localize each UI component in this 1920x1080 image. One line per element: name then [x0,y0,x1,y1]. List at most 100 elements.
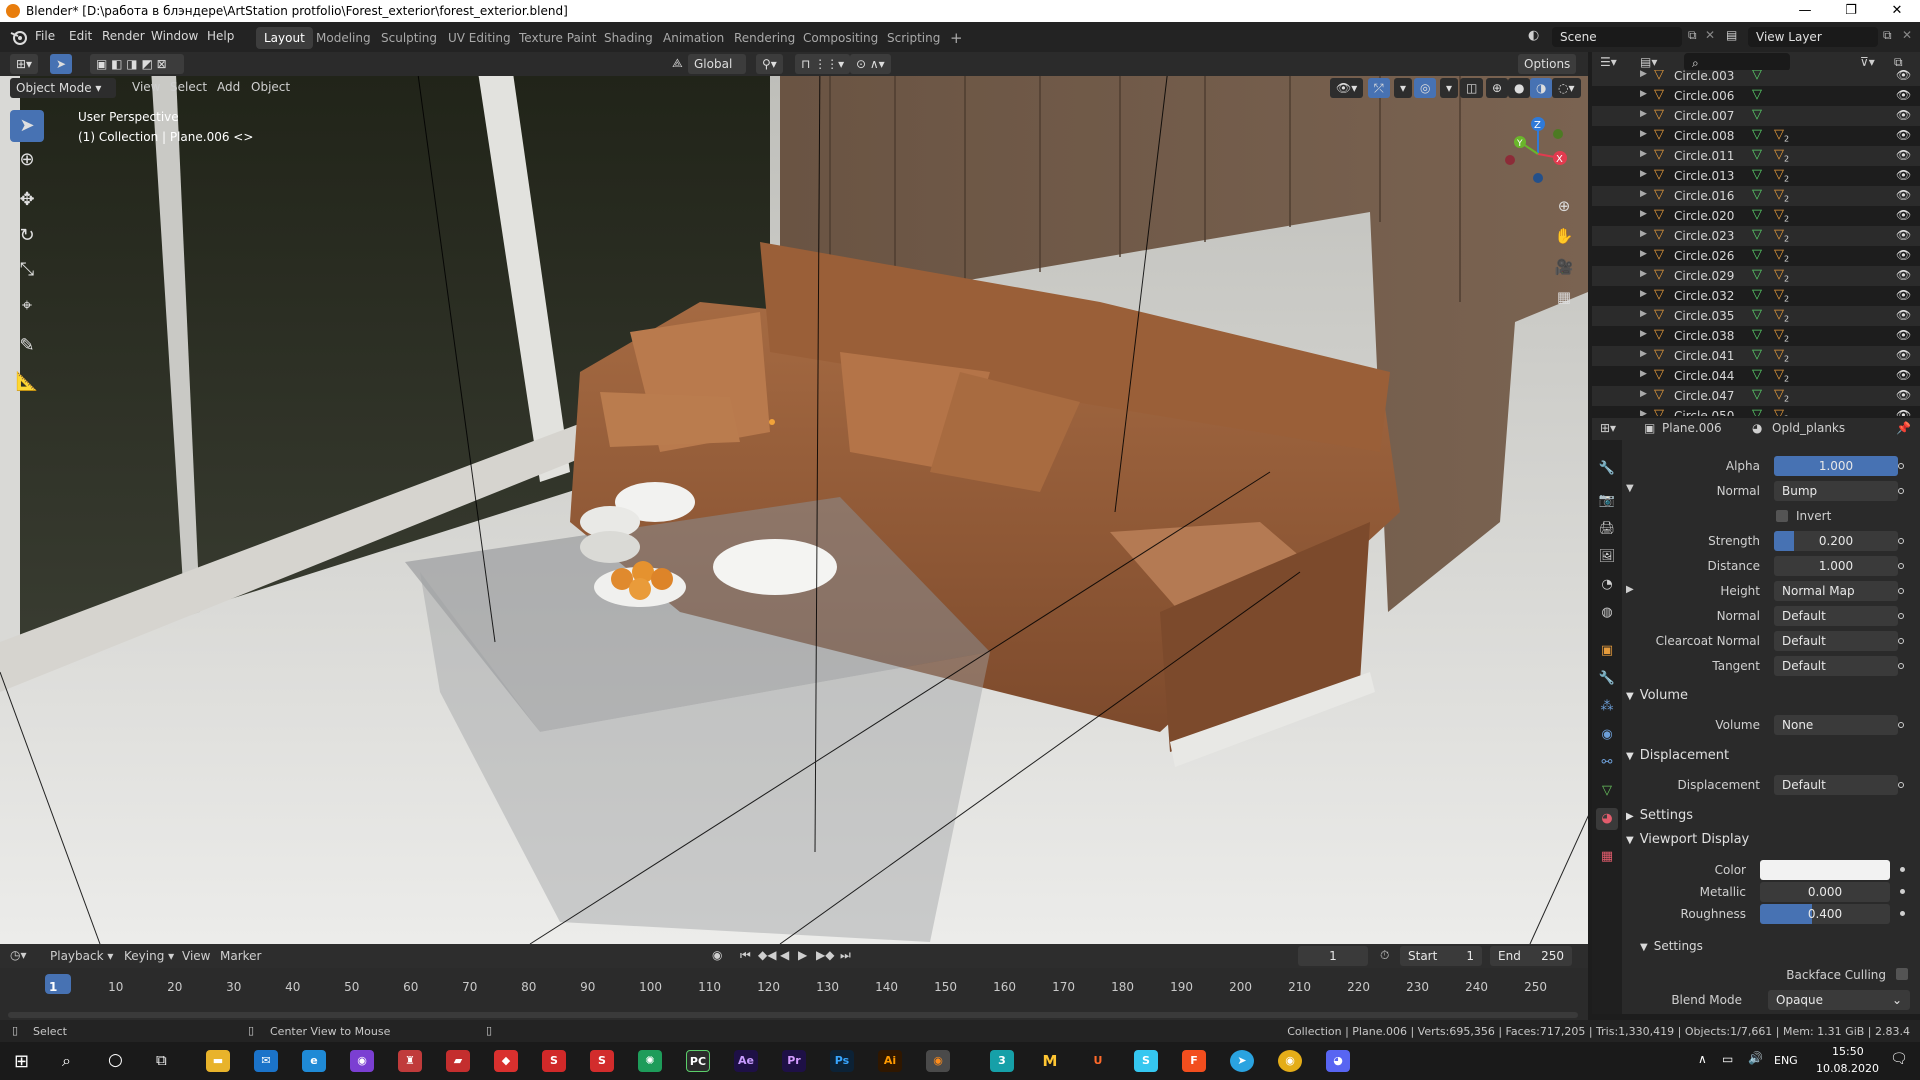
timeline-menu-marker[interactable]: Marker [220,949,261,963]
start-frame-field[interactable]: Start 1 [1400,946,1482,966]
delete-scene-icon[interactable]: ✕ [1705,28,1715,42]
expand-arrow-icon[interactable]: ▶ [1640,269,1647,279]
shading-material-icon[interactable]: ◑ [1530,78,1553,98]
strength-keyframe-dot[interactable] [1898,538,1904,544]
properties-object-name[interactable]: Plane.006 [1662,421,1722,435]
object-tab-icon[interactable]: ▣ [1596,640,1618,662]
app-red-icon[interactable]: ♜ [398,1050,422,1072]
normal2-socket-dot[interactable] [1898,613,1904,619]
gizmo-dropdown-icon[interactable]: ▾ [1394,78,1413,98]
distance-keyframe-dot[interactable] [1898,563,1904,569]
edge-icon[interactable]: e [302,1050,326,1072]
tab-compositing[interactable]: Compositing [795,27,886,49]
rotate-tool-icon[interactable]: ↻ [10,220,44,252]
proportional-edit-icon[interactable]: ⊙ ∧▾ [850,54,891,74]
pan-hand-icon[interactable]: ✋ [1550,222,1578,250]
substance-2-icon[interactable]: S [590,1050,614,1072]
expand-arrow-icon[interactable]: ▶ [1640,89,1647,99]
object-mode-select[interactable]: Object Mode ▾ [10,78,116,98]
properties-material-name[interactable]: Opld_planks [1772,421,1845,435]
app-orange-icon[interactable]: U [1086,1050,1110,1072]
clearcoat-normal-dot[interactable] [1898,638,1904,644]
photoshop-icon[interactable]: Ps [830,1050,854,1072]
displacement-field[interactable]: Default [1774,775,1898,795]
sub-settings-header[interactable]: ▼ Settings [1640,939,1703,953]
blend-mode-select[interactable]: Opaque ⌄ [1768,990,1910,1010]
outliner-editor-icon[interactable]: ☰▾ [1600,55,1617,69]
taskbar-search-icon[interactable]: ⌕ [62,1051,71,1071]
displacement-panel-header[interactable]: ▼ Displacement [1622,745,1920,767]
file-explorer-icon[interactable]: ▬ [206,1050,230,1072]
color-keyframe-dot[interactable] [1900,867,1905,872]
outliner-row[interactable]: ▶ ▽ Circle.026 ▽ ▽2 👁 [1592,246,1920,266]
constraints-tab-icon[interactable]: ⚯ [1596,752,1618,774]
volume-icon[interactable]: 🔊 [1748,1051,1763,1065]
outliner-object-name[interactable]: Circle.007 [1674,109,1734,123]
eye-visibility-icon[interactable]: 👁 [1896,288,1911,302]
new-scene-icon[interactable]: ⧉ [1688,28,1697,43]
substance-icon[interactable]: S [542,1050,566,1072]
measure-tool-icon[interactable]: 📐 [10,366,44,398]
transform-tool-icon[interactable]: ⌖ [10,290,44,322]
eye-visibility-icon[interactable]: 👁 [1896,408,1911,416]
expand-arrow-icon[interactable]: ▶ [1640,249,1647,259]
selection-mode-icons[interactable]: ▣ ◧ ◨ ◩ ⊠ [90,54,184,74]
expand-arrow-icon[interactable]: ▶ [1640,109,1647,119]
expand-arrow-icon[interactable]: ▶ [1640,289,1647,299]
menu-file[interactable]: File [35,29,55,43]
timeline-menu-playback[interactable]: Playback ▾ [50,949,113,963]
record-icon[interactable]: ◉ [712,948,722,962]
expand-arrow-icon[interactable]: ▶ [1640,409,1647,416]
viewport-menu-add[interactable]: Add [217,80,240,94]
prev-keyframe-icon[interactable]: ◆◀ [758,948,776,962]
options-dropdown[interactable]: Options [1518,54,1577,74]
eye-visibility-icon[interactable]: 👁 [1896,348,1911,362]
new-collection-icon[interactable]: ⧉ [1894,55,1903,70]
settings-panel-header[interactable]: ▶ Settings [1622,805,1920,827]
clock-date[interactable]: 10.08.2020 [1816,1062,1879,1075]
expand-arrow-icon[interactable]: ▶ [1640,189,1647,199]
delete-view-layer-icon[interactable]: ✕ [1902,28,1912,42]
navigation-gizmo[interactable]: Z X Y [1500,112,1580,192]
play-reverse-icon[interactable]: ◀ [780,948,789,962]
display-mode-icon[interactable]: ▤▾ [1640,55,1657,69]
metallic-field[interactable]: 0.000 [1760,882,1890,902]
end-frame-field[interactable]: End 250 [1490,946,1572,966]
expand-arrow-icon[interactable]: ▶ [1640,70,1647,79]
tab-sculpting[interactable]: Sculpting [373,27,445,49]
eye-visibility-icon[interactable]: 👁 [1896,70,1911,82]
normal2-socket-field[interactable]: Default [1774,606,1898,626]
clearcoat-normal-field[interactable]: Default [1774,631,1898,651]
outliner-row[interactable]: ▶ ▽ Circle.041 ▽ ▽2 👁 [1592,346,1920,366]
roughness-keyframe-dot[interactable] [1900,911,1905,916]
roughness-field[interactable]: 0.400 [1760,904,1890,924]
expand-arrow-icon[interactable]: ▶ [1640,169,1647,179]
3dsmax-icon[interactable]: 3 [990,1050,1014,1072]
shading-wireframe-icon[interactable]: ⊕ [1486,78,1509,98]
viewport-display-panel-header[interactable]: ▼ Viewport Display [1622,829,1920,851]
strength-field[interactable]: 0.200 [1774,531,1898,551]
select-tool-icon[interactable]: ➤ [10,110,44,142]
distance-field[interactable]: 1.000 [1774,556,1898,576]
outliner-object-name[interactable]: Circle.023 [1674,229,1734,243]
mail-icon[interactable]: ✉ [254,1050,278,1072]
outliner-row[interactable]: ▶ ▽ Circle.016 ▽ ▽2 👁 [1592,186,1920,206]
outliner-object-name[interactable]: Circle.050 [1674,409,1734,416]
eye-visibility-icon[interactable]: 👁 [1896,148,1911,162]
outliner-object-name[interactable]: Circle.038 [1674,329,1734,343]
menu-render[interactable]: Render [102,29,145,43]
maximize-button[interactable]: ❐ [1828,0,1874,22]
outliner-row[interactable]: ▶ ▽ Circle.013 ▽ ▽2 👁 [1592,166,1920,186]
outliner-object-name[interactable]: Circle.003 [1674,70,1734,83]
annotate-tool-icon[interactable]: ✎ [10,330,44,362]
volume-panel-header[interactable]: ▼ Volume [1622,685,1920,707]
eye-visibility-icon[interactable]: 👁 [1896,328,1911,342]
notifications-icon[interactable]: 🗨 [1890,1051,1908,1067]
eye-visibility-icon[interactable]: 👁 [1896,308,1911,322]
expand-arrow-icon[interactable]: ▶ [1640,209,1647,219]
viewport-menu-view[interactable]: View [132,80,160,94]
add-workspace-button[interactable]: + [942,27,971,49]
premiere-icon[interactable]: Pr [782,1050,806,1072]
select-box-tool-icon[interactable]: ➤ [50,54,73,74]
jump-start-icon[interactable]: ⏮ [740,948,751,963]
